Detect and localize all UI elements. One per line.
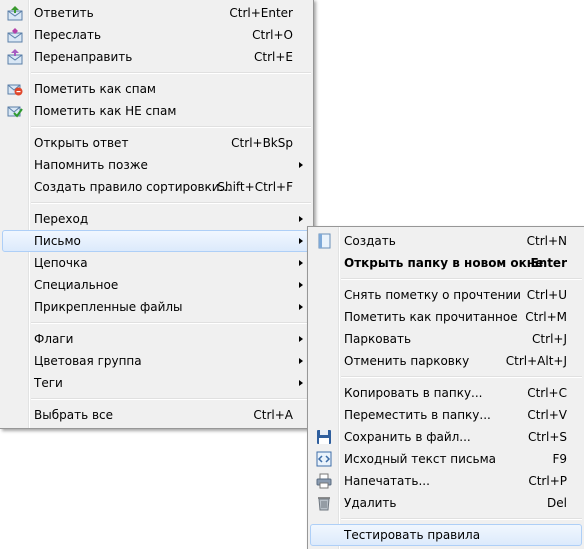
submenu-item-delete[interactable]: Удалить Del: [310, 492, 582, 514]
submenu-arrow-icon: [299, 380, 303, 386]
menu-separator: [341, 376, 582, 378]
menu-separator: [341, 518, 582, 520]
submenu-arrow-icon: [299, 304, 303, 310]
new-message-icon: [316, 233, 332, 249]
menu-separator: [341, 278, 582, 280]
print-icon: [316, 473, 332, 489]
menu-item-create-sort-rule[interactable]: Создать правило сортировки... Shift+Ctrl…: [2, 176, 311, 198]
menu-item-remind-later[interactable]: Напомнить позже: [2, 154, 311, 176]
menu-item-reply[interactable]: Ответить Ctrl+Enter: [2, 2, 311, 24]
menu-item-color-group[interactable]: Цветовая группа: [2, 350, 311, 372]
submenu-arrow-icon: [299, 358, 303, 364]
not-spam-icon: [7, 103, 23, 119]
submenu-item-park[interactable]: Парковать Ctrl+J: [310, 328, 582, 350]
submenu-item-save-to-file[interactable]: Сохранить в файл... Ctrl+S: [310, 426, 582, 448]
menu-separator: [31, 126, 311, 128]
menu-separator: [31, 72, 311, 74]
menu-item-flags[interactable]: Флаги: [2, 328, 311, 350]
menu-item-attachments[interactable]: Прикрепленные файлы: [2, 296, 311, 318]
submenu-arrow-icon: [299, 238, 303, 244]
save-icon: [316, 429, 332, 445]
menu-item-thread[interactable]: Цепочка: [2, 252, 311, 274]
menu-item-tags[interactable]: Теги: [2, 372, 311, 394]
menu-item-open-reply[interactable]: Открыть ответ Ctrl+BkSp: [2, 132, 311, 154]
submenu-item-print[interactable]: Напечатать... Ctrl+P: [310, 470, 582, 492]
menu-item-select-all[interactable]: Выбрать все Ctrl+A: [2, 404, 311, 426]
source-code-icon: [316, 451, 332, 467]
submenu-item-message-source[interactable]: Исходный текст письма F9: [310, 448, 582, 470]
menu-item-redirect[interactable]: Перенаправить Ctrl+E: [2, 46, 311, 68]
menu-separator: [31, 322, 311, 324]
menu-item-mark-not-spam[interactable]: Пометить как НЕ спам: [2, 100, 311, 122]
message-submenu: Создать Ctrl+N Открыть папку в новом окн…: [307, 226, 584, 549]
submenu-arrow-icon: [299, 162, 303, 168]
submenu-arrow-icon: [299, 216, 303, 222]
submenu-arrow-icon: [299, 336, 303, 342]
submenu-arrow-icon: [299, 260, 303, 266]
submenu-item-mark-read[interactable]: Пометить как прочитанное Ctrl+M: [310, 306, 582, 328]
reply-icon: [7, 5, 23, 21]
redirect-icon: [7, 49, 23, 65]
menu-separator: [31, 202, 311, 204]
menu-item-forward[interactable]: Переслать Ctrl+O: [2, 24, 311, 46]
submenu-arrow-icon: [299, 282, 303, 288]
menu-item-message[interactable]: Письмо: [2, 230, 311, 252]
menu-item-mark-spam[interactable]: Пометить как спам: [2, 78, 311, 100]
spam-icon: [7, 81, 23, 97]
submenu-item-open-folder-new-window[interactable]: Открыть папку в новом окне Enter: [310, 252, 582, 274]
submenu-item-copy-to-folder[interactable]: Копировать в папку... Ctrl+C: [310, 382, 582, 404]
context-menu: Ответить Ctrl+Enter Переслать Ctrl+O Пер…: [0, 0, 314, 429]
submenu-item-test-rules[interactable]: Тестировать правила: [310, 524, 582, 546]
menu-item-special[interactable]: Специальное: [2, 274, 311, 296]
submenu-item-unpark[interactable]: Отменить парковку Ctrl+Alt+J: [310, 350, 582, 372]
menu-separator: [31, 398, 311, 400]
submenu-item-move-to-folder[interactable]: Переместить в папку... Ctrl+V: [310, 404, 582, 426]
submenu-item-create[interactable]: Создать Ctrl+N: [310, 230, 582, 252]
forward-icon: [7, 27, 23, 43]
trash-icon: [316, 495, 332, 511]
submenu-item-mark-unread[interactable]: Снять пометку о прочтении Ctrl+U: [310, 284, 582, 306]
menu-item-go-to[interactable]: Переход: [2, 208, 311, 230]
